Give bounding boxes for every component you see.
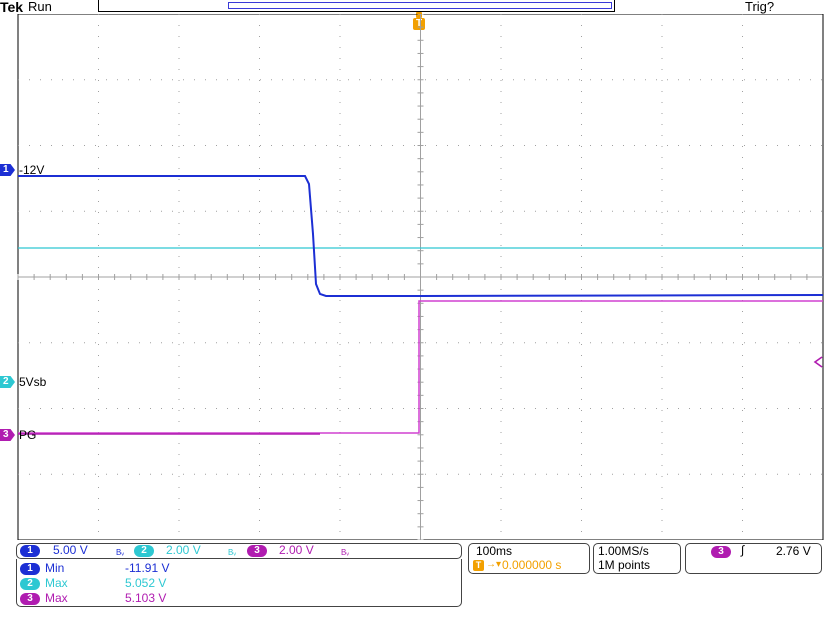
meas2-badge: 2 (20, 578, 40, 590)
timebase-position[interactable]: 0.000000 s (502, 559, 561, 572)
trigger-position-icon: T (473, 560, 484, 571)
meas3-badge: 3 (20, 593, 40, 605)
meas2-value: 5.052 V (125, 576, 167, 590)
brand-logo: Tek (0, 0, 24, 15)
meas1-badge: 1 (20, 563, 40, 575)
ch3-label: PG (19, 428, 37, 442)
arrow-right-icon: →▾ (486, 559, 502, 570)
meas3-value: 5.103 V (125, 591, 167, 605)
record-length[interactable]: 1M points (598, 559, 650, 572)
meas2-name[interactable]: Max (45, 577, 68, 590)
ch2-marker-number: 2 (3, 376, 9, 387)
ch1-label: -12V (19, 163, 45, 177)
ch1-bandwidth-icon: Bᵥ (116, 548, 124, 557)
trigger-level[interactable]: 2.76 V (776, 545, 811, 558)
ch1-scale-badge[interactable]: 1 (20, 545, 40, 557)
ch2-bandwidth-icon: Bᵥ (228, 548, 236, 557)
ch3-scale[interactable]: 2.00 V (279, 544, 314, 557)
trigger-status: Trig? (745, 0, 775, 14)
ch3-scale-badge[interactable]: 3 (247, 545, 267, 557)
ch1-marker-number: 1 (3, 164, 9, 175)
meas1-value: -11.91 V (125, 561, 170, 575)
measurements-panel[interactable] (16, 559, 462, 607)
graticule (17, 14, 824, 540)
timebase-scale[interactable]: 100ms (476, 545, 512, 558)
meas1-name[interactable]: Min (45, 562, 64, 575)
ch2-scale-badge[interactable]: 2 (134, 545, 154, 557)
acquisition-status: Run (28, 0, 52, 14)
meas3-name[interactable]: Max (45, 592, 68, 605)
trigger-slope-icon[interactable]: ∫ (741, 544, 744, 557)
record-view-window[interactable] (228, 2, 612, 9)
ch3-marker-number: 3 (3, 429, 9, 440)
trigger-level-arrow (813, 356, 823, 368)
ch3-bandwidth-icon: Bᵥ (341, 548, 349, 557)
sample-rate[interactable]: 1.00MS/s (598, 545, 649, 558)
waveform-display (17, 14, 824, 540)
ch2-label: 5Vsb (19, 375, 47, 389)
trigger-source-badge[interactable]: 3 (711, 546, 731, 558)
ch1-scale[interactable]: 5.00 V (53, 544, 88, 557)
ch2-scale[interactable]: 2.00 V (166, 544, 201, 557)
